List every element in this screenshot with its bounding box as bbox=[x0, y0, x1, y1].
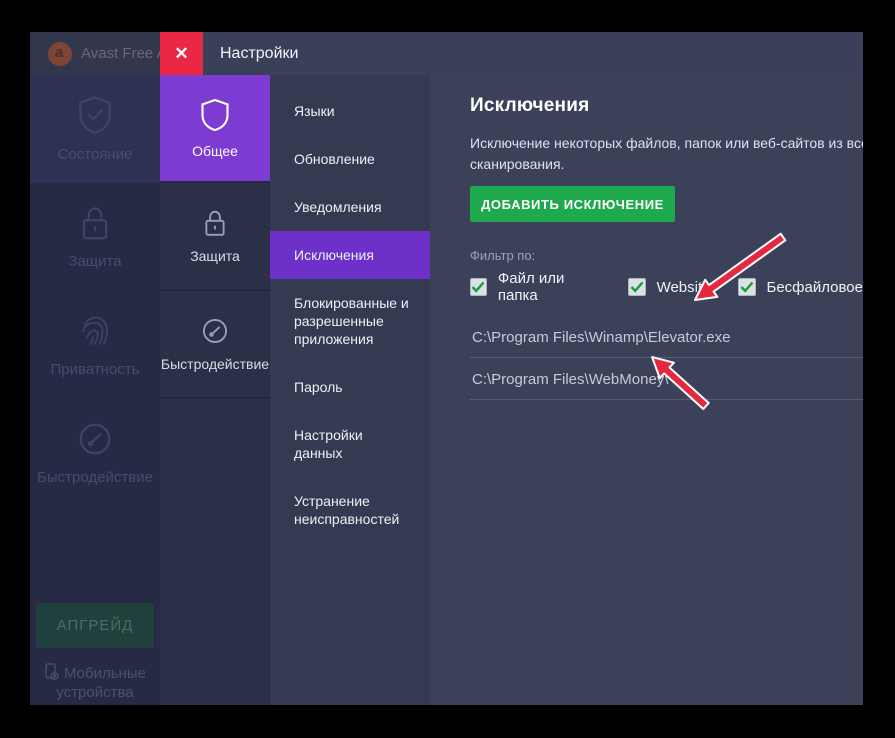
filter-label-text: Website bbox=[657, 279, 711, 296]
checkbox-website[interactable] bbox=[628, 278, 646, 296]
settings-window-title: Настройки bbox=[220, 32, 298, 75]
tab-label: Быстродействие bbox=[161, 356, 269, 372]
main-app-sidebar: Состояние Защита Приватность bbox=[30, 75, 160, 705]
settings-tabs: Общее Защита Быстродействие bbox=[160, 75, 270, 705]
sidebar-item-label: Быстродействие bbox=[37, 469, 153, 486]
sidebar-item-performance[interactable]: Быстродействие bbox=[30, 399, 160, 507]
mobile-devices-link[interactable]: Мобильные устройства bbox=[35, 663, 155, 702]
page-description: Исключение некоторых файлов, папок или в… bbox=[470, 133, 863, 175]
filter-label-text: Бесфайловое bbox=[767, 279, 864, 296]
filter-file-or-folder[interactable]: Файл или папка bbox=[470, 270, 601, 304]
check-icon bbox=[740, 281, 754, 293]
lock-icon bbox=[202, 209, 228, 237]
tab-protection[interactable]: Защита bbox=[160, 183, 270, 291]
check-icon bbox=[471, 281, 485, 293]
filter-website[interactable]: Website bbox=[628, 278, 711, 296]
menu-item-password[interactable]: Пароль bbox=[270, 363, 430, 411]
filter-by-label: Фильтр по: bbox=[470, 248, 863, 263]
gauge-icon bbox=[201, 317, 229, 345]
checkbox-fileless[interactable] bbox=[738, 278, 756, 296]
add-exclusion-button[interactable]: ДОБАВИТЬ ИСКЛЮЧЕНИЕ bbox=[470, 186, 675, 222]
exclusion-list: C:\Program Files\Winamp\Elevator.exe C:\… bbox=[470, 316, 863, 400]
menu-item-notifications[interactable]: Уведомления bbox=[270, 183, 430, 231]
exclusions-panel: Исключения Исключение некоторых файлов, … bbox=[430, 75, 863, 705]
menu-item-data-settings[interactable]: Настройки данных bbox=[270, 411, 430, 477]
page-title: Исключения bbox=[470, 95, 863, 117]
exclusion-row[interactable]: C:\Program Files\WebMoney\* bbox=[470, 358, 863, 400]
upgrade-button[interactable]: АПГРЕЙД bbox=[36, 603, 154, 648]
close-icon: ✕ bbox=[174, 45, 188, 62]
sidebar-item-protection[interactable]: Защита bbox=[30, 183, 160, 291]
tab-general[interactable]: Общее bbox=[160, 75, 270, 183]
checkbox-file-or-folder[interactable] bbox=[470, 278, 487, 296]
close-button[interactable]: ✕ bbox=[160, 32, 203, 75]
sidebar-item-privacy[interactable]: Приватность bbox=[30, 291, 160, 399]
check-icon bbox=[630, 281, 644, 293]
sidebar-item-label: Защита bbox=[68, 253, 121, 270]
phone-plus-icon bbox=[44, 663, 60, 681]
sidebar-item-label: Приватность bbox=[51, 361, 140, 378]
menu-item-update[interactable]: Обновление bbox=[270, 135, 430, 183]
filter-label-text: Файл или папка bbox=[498, 270, 601, 304]
filter-row: Файл или папка Website Бесфайловое bbox=[470, 270, 863, 304]
exclusion-row[interactable]: C:\Program Files\Winamp\Elevator.exe bbox=[470, 316, 863, 358]
app-title: Avast Free A bbox=[81, 45, 160, 62]
gauge-icon bbox=[77, 421, 113, 457]
avast-logo-icon bbox=[48, 42, 72, 66]
tab-label: Общее bbox=[192, 143, 238, 159]
lock-icon bbox=[78, 205, 112, 241]
title-bar: Avast Free A ✕ Настройки bbox=[30, 32, 863, 75]
tab-label: Защита bbox=[190, 248, 240, 264]
screenshot-stage: Avast Free A ✕ Настройки Состояние bbox=[0, 0, 895, 738]
fingerprint-icon bbox=[77, 313, 113, 349]
tab-performance[interactable]: Быстродействие bbox=[160, 291, 270, 399]
sidebar-item-label: Состояние bbox=[58, 146, 133, 163]
shield-icon bbox=[200, 98, 230, 132]
settings-menu: Языки Обновление Уведомления Исключения … bbox=[270, 75, 430, 705]
menu-item-blocked-allowed-apps[interactable]: Блокированные и разрешенные приложения bbox=[270, 279, 430, 363]
app-title-area: Avast Free A bbox=[30, 32, 160, 75]
filter-fileless[interactable]: Бесфайловое bbox=[738, 278, 864, 296]
sidebar-item-status[interactable]: Состояние bbox=[30, 75, 160, 183]
menu-item-troubleshooting[interactable]: Устранение неисправностей bbox=[270, 477, 430, 543]
avast-settings-window: Avast Free A ✕ Настройки Состояние bbox=[30, 32, 863, 705]
menu-item-languages[interactable]: Языки bbox=[270, 87, 430, 135]
menu-item-exclusions[interactable]: Исключения bbox=[270, 231, 430, 279]
mobile-devices-label: Мобильные устройства bbox=[56, 665, 146, 701]
shield-check-icon bbox=[77, 96, 113, 134]
